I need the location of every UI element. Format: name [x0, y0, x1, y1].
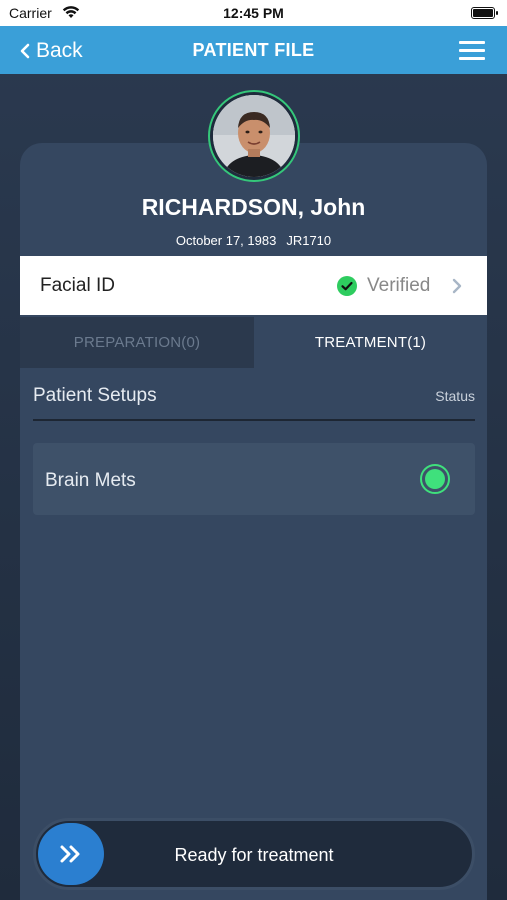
double-chevron-right-icon [60, 845, 80, 863]
patient-id: JR1710 [286, 233, 332, 248]
slider-handle[interactable] [38, 823, 104, 885]
check-circle-icon [337, 276, 357, 296]
status-column-label: Status [435, 388, 475, 404]
setups-header: Patient Setups Status [33, 383, 475, 421]
clock: 12:45 PM [223, 5, 284, 21]
setup-name: Brain Mets [45, 470, 136, 491]
tab-preparation[interactable]: PREPARATION(0) [20, 317, 254, 368]
facial-id-row[interactable]: Facial ID Verified [20, 256, 487, 315]
status-bar: Carrier 12:45 PM [0, 0, 507, 26]
back-button[interactable]: Back [20, 38, 83, 64]
patient-photo [213, 95, 295, 177]
tab-bar: PREPARATION(0) TREATMENT(1) [20, 317, 487, 368]
patient-meta: October 17, 1983 JR1710 [0, 233, 507, 248]
avatar [208, 90, 300, 182]
battery-icon [471, 7, 498, 19]
chevron-left-icon [20, 43, 30, 59]
patient-name: RICHARDSON, John [141, 194, 366, 220]
ready-slider[interactable]: Ready for treatment [33, 818, 475, 890]
setups-title: Patient Setups [33, 385, 157, 406]
patient-dob: October 17, 1983 [175, 233, 277, 248]
nav-bar: Back PATIENT FILE [0, 26, 507, 74]
facial-id-label: Facial ID [40, 275, 115, 296]
menu-icon[interactable] [459, 41, 485, 61]
chevron-right-icon [452, 278, 462, 294]
back-label: Back [36, 39, 83, 62]
list-item[interactable]: Brain Mets [33, 443, 475, 515]
verified-status: Verified [367, 275, 431, 296]
status-indicator-icon [420, 464, 450, 494]
tab-treatment[interactable]: TREATMENT(1) [254, 317, 487, 368]
